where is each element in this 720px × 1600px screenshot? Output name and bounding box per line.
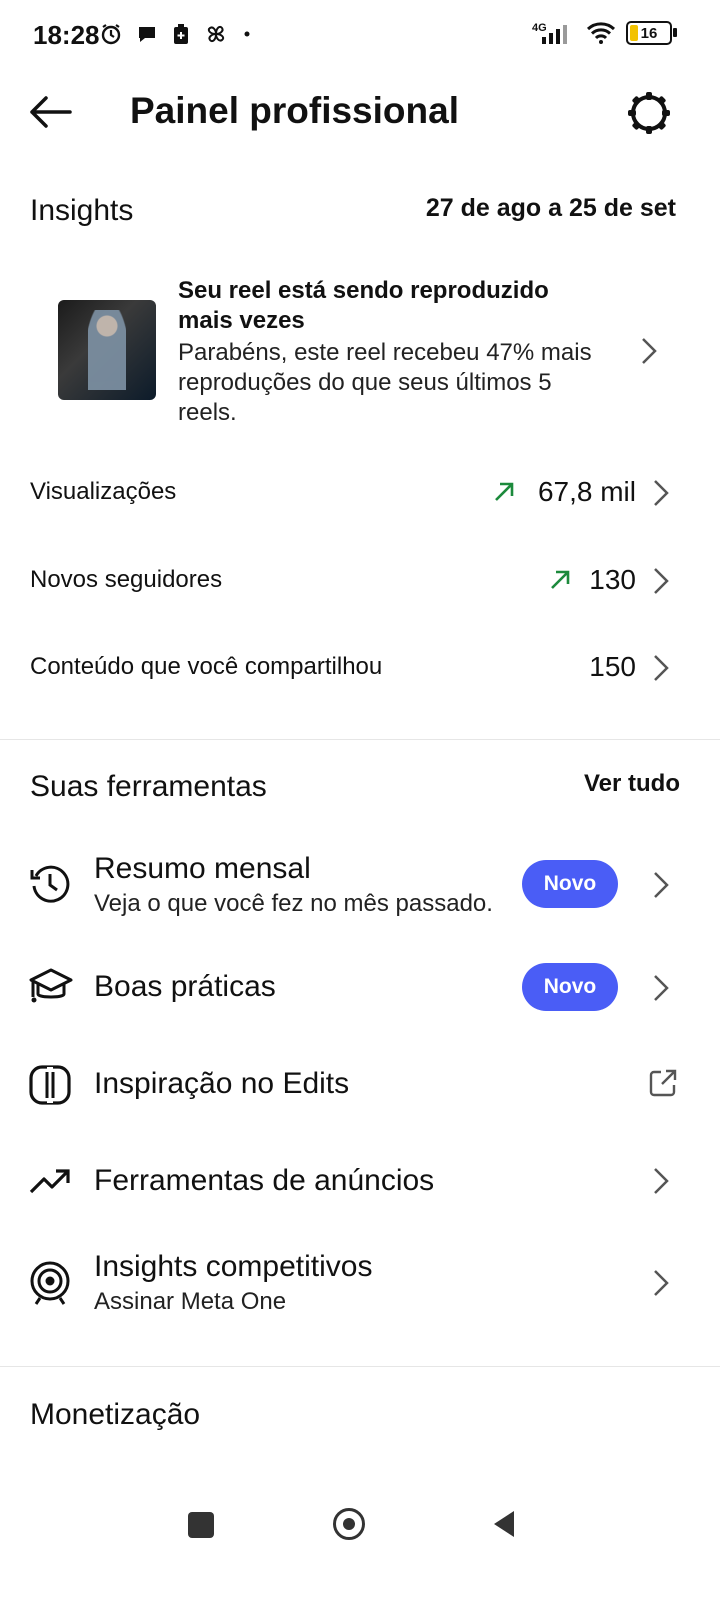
reel-card-text: Parabéns, este reel recebeu 47% mais rep…	[178, 339, 592, 426]
alarm-icon	[101, 24, 121, 45]
history-clock-icon	[30, 865, 70, 903]
date-range[interactable]: 27 de ago a 25 de set	[426, 194, 676, 223]
status-icons	[100, 22, 252, 46]
pinwheel-icon	[207, 25, 225, 43]
divider	[0, 1366, 720, 1367]
trend-up-icon	[551, 570, 570, 589]
nav-back-button[interactable]	[490, 1508, 518, 1540]
tools-heading: Suas ferramentas	[30, 770, 267, 803]
tool-title-competitive-insights[interactable]: Insights competitivos	[94, 1250, 372, 1284]
trend-up-icon	[495, 482, 514, 501]
tool-title-best-practices[interactable]: Boas práticas	[94, 970, 276, 1004]
metric-value-views: 67,8 mil	[537, 476, 636, 507]
back-arrow-icon[interactable]	[28, 92, 72, 132]
status-right: 4G 16	[532, 20, 677, 46]
trending-chart-icon	[29, 1169, 70, 1194]
signal-icon: 4G	[532, 22, 567, 44]
metric-chevron-icon[interactable]	[652, 478, 670, 508]
home-button[interactable]	[333, 1508, 365, 1540]
metric-label-content[interactable]: Conteúdo que você compartilhou	[30, 653, 382, 681]
divider	[0, 739, 720, 740]
competitive-insights-icon	[30, 1261, 70, 1305]
metric-label-views[interactable]: Visualizações	[30, 478, 176, 506]
tool-title-edits-inspiration[interactable]: Inspiração no Edits	[94, 1067, 349, 1101]
dot-icon	[244, 31, 250, 37]
reel-card-title[interactable]: Seu reel está sendo reproduzido mais vez…	[178, 276, 598, 336]
chevron-right-icon[interactable]	[652, 1166, 670, 1196]
metric-value-followers: 130	[589, 564, 636, 595]
tool-title-monthly-summary[interactable]: Resumo mensal	[94, 852, 311, 886]
new-badge: Novo	[522, 963, 618, 1011]
reel-thumbnail-figure	[88, 310, 126, 390]
see-all-link[interactable]: Ver tudo	[584, 770, 680, 798]
metric-chevron-icon[interactable]	[652, 566, 670, 596]
battery-icon: 16	[626, 21, 677, 45]
chat-icon	[139, 27, 155, 42]
page-title: Painel profissional	[130, 90, 459, 131]
tool-title-ad-tools[interactable]: Ferramentas de anúncios	[94, 1164, 434, 1198]
battery-level: 16	[640, 24, 658, 42]
metric-value-content: 150	[589, 651, 636, 682]
recent-apps-button[interactable]	[188, 1512, 214, 1538]
battery-saver-icon	[174, 24, 188, 44]
network-label: 4G	[532, 22, 547, 34]
chevron-right-icon[interactable]	[652, 973, 670, 1003]
metric-chevron-icon[interactable]	[652, 653, 670, 683]
insights-heading: Insights	[30, 194, 134, 227]
reel-card-chevron-icon[interactable]	[640, 336, 658, 366]
tool-subtitle-competitive-insights: Assinar Meta One	[94, 1288, 287, 1315]
monetization-heading[interactable]: Monetização	[30, 1398, 200, 1432]
chevron-right-icon[interactable]	[652, 870, 670, 900]
tool-subtitle-monthly-summary: Veja o que você fez no mês passado.	[94, 890, 493, 917]
status-time: 18:28	[33, 20, 100, 50]
graduation-cap-icon	[29, 968, 73, 1003]
chevron-right-icon[interactable]	[652, 1268, 670, 1298]
new-badge: Novo	[522, 860, 618, 908]
metric-label-followers[interactable]: Novos seguidores	[30, 566, 222, 594]
reel-thumbnail[interactable]	[58, 300, 156, 400]
wifi-icon	[586, 22, 616, 44]
external-link-icon[interactable]	[648, 1068, 678, 1098]
settings-gear-icon[interactable]	[626, 90, 672, 136]
edits-app-icon	[29, 1065, 71, 1105]
